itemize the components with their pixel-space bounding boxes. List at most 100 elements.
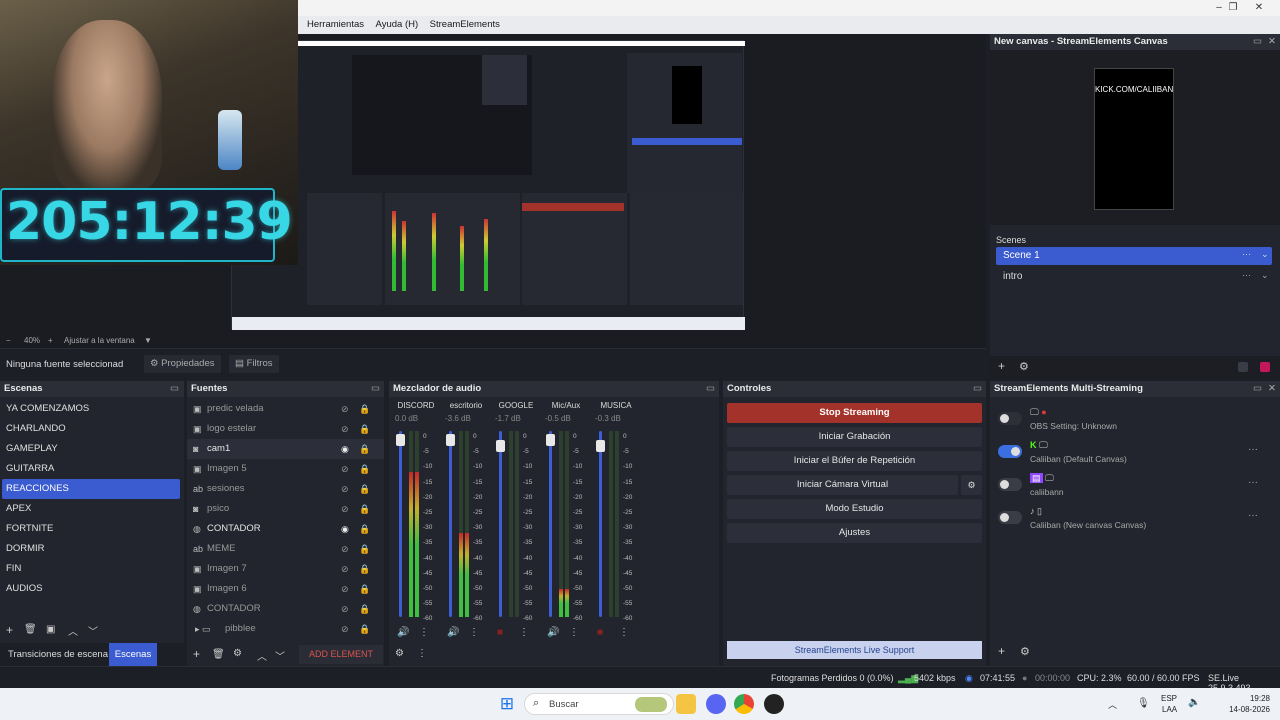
eye-hidden-icon[interactable]: ⊘ (341, 599, 349, 619)
eye-hidden-icon[interactable]: ⊘ (341, 399, 349, 419)
more-vertical-icon[interactable]: ⋮ (419, 627, 429, 638)
float-icon[interactable]: ▭ (170, 381, 179, 397)
scene-item[interactable]: FORTNITE (0, 519, 184, 539)
lang-code[interactable]: ESP (1161, 694, 1177, 703)
zoom-in-button[interactable]: + (48, 336, 53, 345)
obs-icon[interactable] (764, 694, 784, 714)
lock-icon[interactable]: 🔒 (359, 479, 370, 499)
scene-item[interactable]: APEX (0, 499, 184, 519)
lock-icon[interactable]: 🔒 (359, 439, 370, 459)
menu-streamelements[interactable]: StreamElements (430, 16, 500, 33)
properties-button[interactable]: ⚙ Propiedades (144, 355, 221, 373)
toggle-switch[interactable] (998, 445, 1022, 458)
lock-icon[interactable]: 🔒 (359, 599, 370, 619)
source-item[interactable]: ◍ CONTADOR ⊘ 🔒 (187, 599, 384, 619)
close-icon[interactable]: ✕ (1268, 34, 1276, 50)
taskbar-search[interactable]: ⌕ Buscar (524, 693, 674, 715)
lock-icon[interactable]: 🔒 (359, 499, 370, 519)
add-icon[interactable]: + (193, 647, 200, 661)
source-item[interactable]: ◍ CONTADOR ◉ 🔒 (187, 519, 384, 539)
volume-handle[interactable] (596, 440, 605, 452)
speaker-icon[interactable]: 🔊 (447, 627, 459, 638)
scene-item-intro[interactable]: intro ··· ⌄ (996, 268, 1272, 286)
more-vertical-icon[interactable]: ⋮ (619, 627, 629, 638)
gear-icon[interactable]: ⚙ (233, 648, 242, 659)
speaker-icon[interactable]: 🔊 (397, 627, 409, 638)
more-icon[interactable]: ··· (1242, 270, 1251, 280)
chevron-down-icon[interactable]: ⌄ (1261, 270, 1269, 281)
down-icon[interactable]: ﹀ (88, 623, 98, 638)
more-icon[interactable]: ··· (1248, 477, 1258, 488)
discord-icon[interactable] (706, 694, 726, 714)
add-icon[interactable]: + (6, 623, 13, 637)
volume-handle[interactable] (496, 440, 505, 452)
filter-icon[interactable]: ▣ (46, 624, 55, 635)
source-item[interactable]: ▸ ▭ pibblee ⊘ 🔒 (187, 619, 384, 639)
volume-slider[interactable] (399, 431, 402, 617)
lock-icon[interactable]: 🔒 (359, 519, 370, 539)
more-vertical-icon[interactable]: ⋮ (569, 627, 579, 638)
toggle-switch[interactable] (998, 478, 1022, 491)
more-icon[interactable]: ··· (1248, 444, 1258, 455)
volume-handle[interactable] (446, 434, 455, 446)
canvas-preview[interactable]: KICK.COM/CALIIBAN (1094, 68, 1174, 210)
eye-hidden-icon[interactable]: ⊘ (341, 419, 349, 439)
replay-buffer-button[interactable]: Iniciar el Búfer de Repetición (727, 451, 982, 471)
eye-hidden-icon[interactable]: ⊘ (341, 499, 349, 519)
scene-item-scene-1[interactable]: Scene 1 ··· ⌄ (996, 247, 1272, 265)
float-icon[interactable]: ▭ (706, 381, 715, 397)
stream-button[interactable] (1260, 362, 1270, 372)
source-item[interactable]: ab MEME ⊘ 🔒 (187, 539, 384, 559)
gear-icon[interactable]: ⚙ (1019, 360, 1029, 373)
close-icon[interactable]: ✕ (1268, 381, 1276, 397)
volume-slider[interactable] (499, 431, 502, 617)
add-icon[interactable]: + (998, 644, 1005, 658)
clock-time[interactable]: 19:28 (1220, 694, 1270, 703)
virtual-camera-button[interactable]: Iniciar Cámara Virtual (727, 475, 958, 495)
muted-speaker-icon[interactable]: ■ (597, 627, 603, 638)
volume-slider[interactable] (549, 431, 552, 617)
volume-slider[interactable] (449, 431, 452, 617)
advanced-audio-icon[interactable]: ⚙ (395, 648, 404, 659)
stop-streaming-button[interactable]: Stop Streaming (727, 403, 982, 423)
scene-item[interactable]: AUDIOS (0, 579, 184, 599)
down-icon[interactable]: ﹀ (275, 648, 285, 663)
eye-hidden-icon[interactable]: ⊘ (341, 479, 349, 499)
scene-item[interactable]: YA COMENZAMOS (0, 399, 184, 419)
float-icon[interactable]: ▭ (1253, 381, 1262, 397)
eye-hidden-icon[interactable]: ⊘ (341, 539, 349, 559)
source-item[interactable]: ▣ Imagen 7 ⊘ 🔒 (187, 559, 384, 579)
chevron-down-icon[interactable]: ▼ (144, 336, 152, 345)
source-item[interactable]: ▣ predic velada ⊘ 🔒 (187, 399, 384, 419)
fit-window-label[interactable]: Ajustar a la ventana (64, 336, 135, 345)
eye-icon[interactable]: ◉ (341, 519, 349, 539)
float-icon[interactable]: ▭ (371, 381, 380, 397)
lock-icon[interactable]: 🔒 (359, 559, 370, 579)
tab-scenes[interactable]: Escenas (109, 643, 157, 666)
close-button[interactable]: ✕ (1246, 0, 1272, 16)
source-item[interactable]: ▣ Imagen 5 ⊘ 🔒 (187, 459, 384, 479)
menu-tools[interactable]: Herramientas (307, 16, 364, 33)
volume-handle[interactable] (396, 434, 405, 446)
up-icon[interactable]: ︿ (68, 623, 78, 638)
mic-icon[interactable]: 🎙 (1137, 698, 1150, 709)
lock-icon[interactable]: 🔒 (359, 399, 370, 419)
file-explorer-icon[interactable] (676, 694, 696, 714)
volume-icon[interactable]: 🔈 (1188, 697, 1200, 708)
more-vertical-icon[interactable]: ⋮ (469, 627, 479, 638)
scene-item[interactable]: GAMEPLAY (0, 439, 184, 459)
scene-item[interactable]: CHARLANDO (0, 419, 184, 439)
gear-icon[interactable]: ⚙ (1020, 645, 1030, 658)
float-icon[interactable]: ▭ (973, 381, 982, 397)
toggle-switch[interactable] (998, 412, 1022, 425)
source-item[interactable]: ▣ logo estelar ⊘ 🔒 (187, 419, 384, 439)
chevron-up-icon[interactable]: ︿ (1108, 698, 1117, 711)
source-item[interactable]: ab sesiones ⊘ 🔒 (187, 479, 384, 499)
up-icon[interactable]: ︿ (257, 648, 267, 663)
eye-hidden-icon[interactable]: ⊘ (341, 559, 349, 579)
scene-item-selected[interactable]: REACCIONES (2, 479, 180, 499)
float-icon[interactable]: ▭ (1253, 34, 1262, 50)
volume-slider[interactable] (599, 431, 602, 617)
scene-item[interactable]: DORMIR (0, 539, 184, 559)
speaker-icon[interactable]: 🔊 (547, 627, 559, 638)
